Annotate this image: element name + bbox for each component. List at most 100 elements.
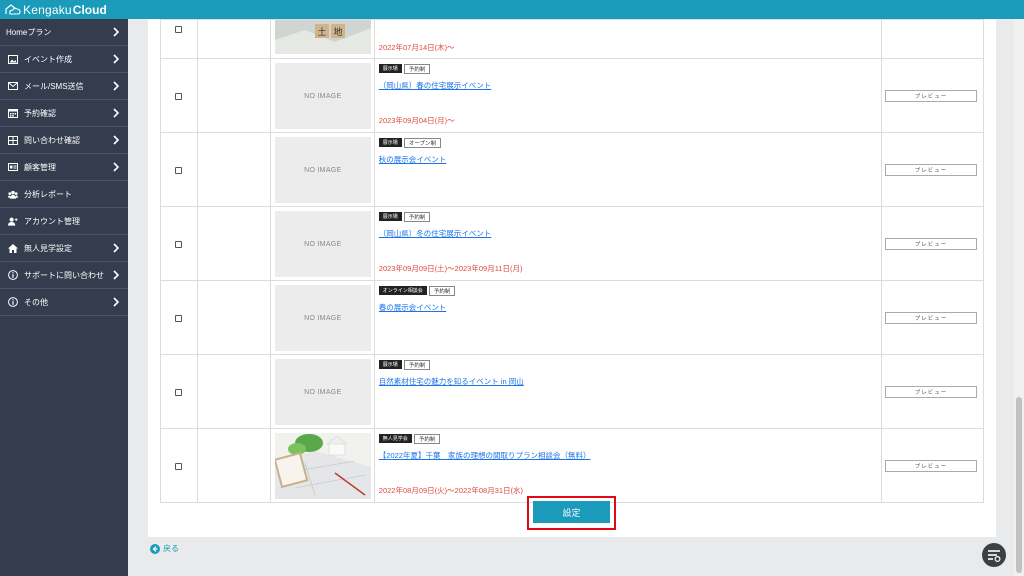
filter-menu-button[interactable] (982, 543, 1006, 567)
sidebar-item-label: 顧客管理 (24, 162, 56, 172)
sidebar-item-label: その他 (24, 297, 48, 307)
arrow-left-circle-icon (150, 543, 160, 554)
event-photo: 土 地 (274, 20, 371, 54)
sidebar-item-home-plan[interactable]: Homeプラン (0, 19, 128, 46)
sidebar-item-unmanned-tour[interactable]: 無人見学設定 (0, 235, 128, 262)
no-image-placeholder: NO IMAGE (274, 285, 371, 351)
home-icon (8, 243, 18, 253)
event-date: 2022年08月09日(火)～2022年08月31日(水) (378, 486, 524, 495)
event-title-link[interactable]: 自然素材住宅の魅力を知るイベント in 岡山 (379, 376, 877, 387)
booking-type-badge: オープン制 (403, 138, 441, 148)
info-icon (8, 270, 18, 280)
sidebar-item-label: アカウント管理 (24, 216, 80, 226)
preview-button[interactable]: プレビュー (884, 385, 977, 398)
preview-button[interactable]: プレビュー (884, 163, 977, 176)
event-date: 2023年09月04日(月)～ (378, 116, 455, 125)
event-badges: 無人見学会 予約制 (378, 434, 877, 444)
users-icon (8, 189, 18, 199)
table-row: 無人見学会 予約制 【2022年夏】千葉 家族の理想の間取りプラン相談会（無料）… (160, 428, 985, 503)
booking-type-badge: 予約制 (403, 212, 431, 222)
event-badges: 展示場 予約制 (378, 212, 877, 222)
event-title-link[interactable]: 春の展示会イベント (379, 302, 877, 313)
booking-type-badge: 予約制 (403, 64, 431, 74)
sidebar-item-account[interactable]: アカウント管理 (0, 208, 128, 235)
venue-badge: 展示場 (378, 64, 402, 73)
house-cloud-icon (5, 4, 21, 15)
preview-button[interactable]: プレビュー (884, 459, 977, 472)
row-checkbox[interactable] (175, 314, 183, 322)
sidebar-item-label: サポートに問い合わせ (24, 270, 104, 280)
no-image-placeholder: NO IMAGE (274, 137, 371, 203)
booking-type-badge: 予約制 (428, 286, 456, 296)
scrollbar-thumb[interactable] (1016, 397, 1022, 573)
top-bar: Kengaku Cloud (0, 0, 1024, 19)
page-scrollbar[interactable] (1014, 19, 1024, 576)
sidebar-item-label: 無人見学設定 (24, 243, 72, 253)
table-row: NO IMAGE 展示場 予約制 自然素材住宅の魅力を知るイベント in 岡山 … (160, 354, 985, 429)
event-title-link[interactable]: 秋の展示会イベント (379, 154, 877, 165)
table-row: NO IMAGE オンライン相談会 予約制 春の展示会イベント プレビュー (160, 280, 985, 355)
svg-text:地: 地 (333, 26, 342, 38)
info-icon (8, 297, 18, 307)
logo-text-secondary: Cloud (72, 2, 107, 17)
event-info-cell: 2022年07月14日(木)～ (373, 19, 882, 59)
preview-button[interactable]: プレビュー (884, 89, 977, 102)
chevron-right-icon (113, 108, 120, 118)
sidebar-item-reservations[interactable]: 予約確認 (0, 100, 128, 127)
event-title-link[interactable]: 【2022年夏】千葉 家族の理想の間取りプラン相談会（無料） (379, 450, 877, 461)
row-checkbox[interactable] (175, 26, 183, 33)
preview-button[interactable]: プレビュー (884, 237, 977, 250)
preview-button[interactable]: プレビュー (884, 311, 977, 324)
row-checkbox[interactable] (175, 462, 183, 470)
event-photo (274, 433, 371, 499)
back-link[interactable]: 戻る (150, 543, 179, 554)
event-image-cell: 土 地 (269, 19, 375, 59)
venue-badge: 展示場 (378, 138, 402, 147)
settings-submit-button[interactable]: 設定 (533, 501, 610, 523)
event-title-link[interactable]: （岡山県）春の住宅展示イベント (379, 80, 877, 91)
event-badges: 展示場 予約制 (378, 360, 877, 370)
app-logo[interactable]: Kengaku Cloud (5, 3, 107, 17)
sidebar-item-label: Homeプラン (6, 27, 52, 37)
sidebar-item-customers[interactable]: 顧客管理 (0, 154, 128, 181)
venue-badge: オンライン相談会 (378, 286, 427, 295)
chevron-right-icon (113, 162, 120, 172)
event-date: 2022年07月14日(木)～ (378, 43, 455, 52)
mail-icon (8, 81, 18, 91)
id-card-icon (8, 162, 18, 172)
filter-list-icon (988, 549, 1001, 562)
inbox-icon (8, 135, 18, 145)
table-row: NO IMAGE 展示場 予約制 （岡山県）春の住宅展示イベント 2023年09… (160, 58, 985, 133)
row-checkbox[interactable] (175, 388, 183, 396)
sidebar-item-label: メール/SMS送信 (24, 81, 84, 91)
no-image-placeholder: NO IMAGE (274, 359, 371, 425)
image-icon (8, 54, 18, 64)
venue-badge: 展示場 (378, 360, 402, 369)
sidebar-item-support[interactable]: サポートに問い合わせ (0, 262, 128, 289)
table-row: NO IMAGE 展示場 オープン制 秋の展示会イベント プレビュー (160, 132, 985, 207)
row-checkbox[interactable] (175, 166, 183, 174)
sidebar-item-analytics[interactable]: 分析レポート (0, 181, 128, 208)
sidebar-item-other[interactable]: その他 (0, 289, 128, 316)
logo-text-primary: Kengaku (23, 2, 72, 17)
sidebar-item-label: 予約確認 (24, 108, 56, 118)
venue-badge: 展示場 (378, 212, 402, 221)
sidebar-item-label: イベント作成 (24, 54, 72, 64)
venue-badge: 無人見学会 (378, 434, 412, 443)
event-badges: 展示場 予約制 (378, 64, 877, 74)
table-row: 土 地 2022年07月14日(木)～ (160, 19, 985, 59)
row-checkbox[interactable] (175, 240, 183, 248)
chevron-right-icon (113, 270, 120, 280)
event-title-link[interactable]: （岡山県）冬の住宅展示イベント (379, 228, 877, 239)
event-date: 2023年09月09日(土)～2023年09月11日(月) (378, 264, 523, 273)
chevron-right-icon (113, 297, 120, 307)
user-plus-icon (8, 216, 18, 226)
chevron-right-icon (113, 54, 120, 64)
sidebar-item-mail-sms[interactable]: メール/SMS送信 (0, 73, 128, 100)
sidebar-item-inquiries[interactable]: 問い合わせ確認 (0, 127, 128, 154)
sidebar-item-create-event[interactable]: イベント作成 (0, 46, 128, 73)
sidebar-item-label: 問い合わせ確認 (24, 135, 80, 145)
chevron-right-icon (113, 81, 120, 91)
row-checkbox[interactable] (175, 92, 183, 100)
checkbox-cell (160, 19, 198, 59)
